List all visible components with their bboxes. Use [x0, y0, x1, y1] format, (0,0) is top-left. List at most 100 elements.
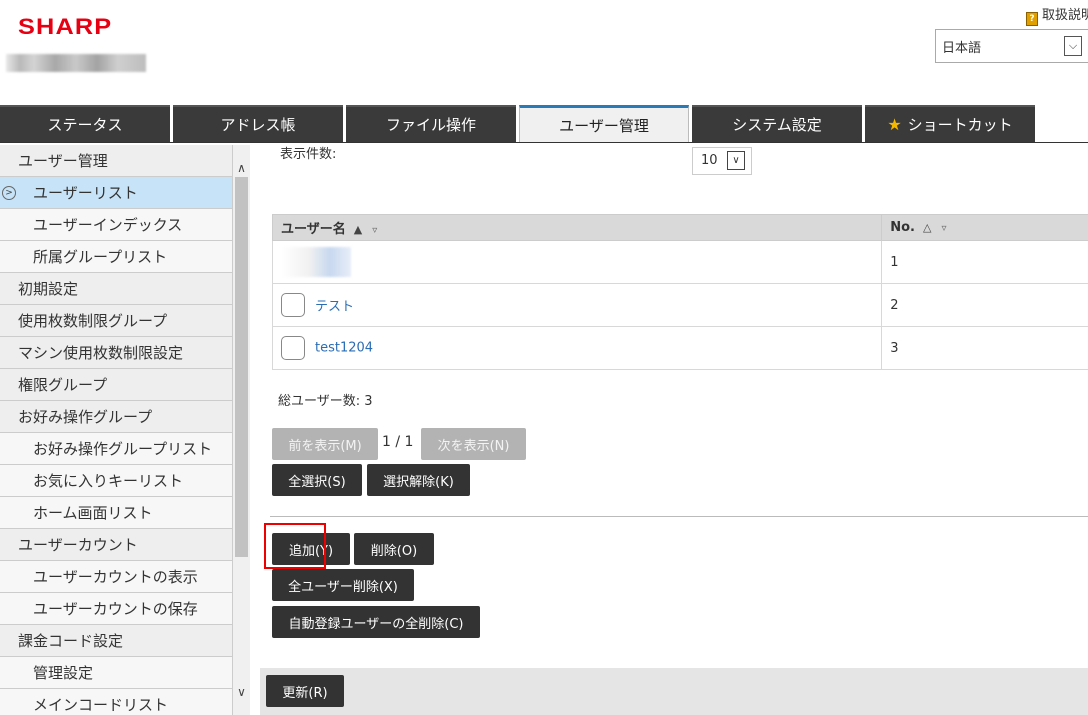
language-value: 日本語 [942, 41, 982, 56]
sidebar-item-label: 使用枚数制限グループ [18, 312, 168, 330]
manual-icon: ? [1026, 12, 1038, 26]
help-link[interactable]: ? 取扱説明 [1026, 4, 1088, 26]
main-content: 表示件数: 10 ∨ ユーザー名 ▲ ▿ No. △ ▿ 1 テスト 2 test120… [250, 145, 1088, 715]
per-page-label: 表示件数: [280, 147, 337, 162]
sidebar-item-label: ユーザーインデックス [33, 216, 183, 234]
sidebar-item-user-count[interactable]: ユーザーカウント [0, 529, 232, 561]
tab-label: ファイル操作 [385, 116, 476, 134]
sharp-logo: SHARP [18, 14, 113, 39]
per-page-select[interactable]: 10 ∨ [692, 147, 752, 175]
tab-label: ユーザー管理 [559, 116, 649, 135]
chevron-down-icon[interactable]: ∨ [233, 683, 250, 701]
user-no-cell: 2 [881, 283, 1088, 327]
tab-label: アドレス帳 [220, 116, 296, 134]
table-row: test1204 3 [271, 326, 1088, 370]
chevron-down-icon: ∨ [727, 151, 745, 170]
tab-file-operation[interactable]: ファイル操作 [346, 105, 516, 142]
per-page-value: 10 [701, 153, 718, 168]
sidebar-item-initial-settings[interactable]: 初期設定 [0, 273, 232, 305]
update-button[interactable]: 更新(R) [266, 675, 344, 707]
sidebar-item-billing-code[interactable]: 課金コード設定 [0, 625, 232, 657]
user-link[interactable]: テスト [315, 300, 354, 315]
sidebar-item-user-list[interactable]: > ユーザーリスト [0, 177, 232, 209]
tab-address-book[interactable]: アドレス帳 [173, 105, 343, 142]
column-header-no[interactable]: No. △ ▿ [881, 214, 1088, 241]
sidebar-scrollbar[interactable]: ∧ ∨ [233, 145, 250, 715]
sidebar-item-label: 所属グループリスト [33, 248, 168, 266]
sidebar-item-user-count-save[interactable]: ユーザーカウントの保存 [0, 593, 232, 625]
sidebar-item-user-index[interactable]: ユーザーインデックス [0, 209, 232, 241]
sidebar-item-label: 初期設定 [18, 280, 79, 298]
sidebar-item-user-count-display[interactable]: ユーザーカウントの表示 [0, 561, 232, 593]
column-header-label: No. [890, 220, 915, 235]
total-users: 総ユーザー数: 3 [278, 394, 373, 409]
user-link[interactable]: test1204 [315, 341, 373, 356]
language-select[interactable]: 日本語 ⌵ [935, 29, 1088, 63]
sidebar-item-main-code-list[interactable]: メインコードリスト [0, 689, 232, 715]
sidebar-item-favorite-group[interactable]: お好み操作グループ [0, 401, 232, 433]
sidebar-item-machine-limit[interactable]: マシン使用枚数制限設定 [0, 337, 232, 369]
tab-label: ショートカット [907, 116, 1013, 134]
user-name-cell [271, 240, 883, 284]
current-page-icon: > [2, 185, 16, 200]
sidebar-item-label: 権限グループ [18, 376, 108, 394]
sidebar-item-home-screen-list[interactable]: ホーム画面リスト [0, 497, 232, 529]
column-header-label: ユーザー名 [281, 222, 346, 237]
tab-status[interactable]: ステータス [0, 105, 170, 142]
sort-asc-icon[interactable]: ▲ [354, 223, 362, 236]
row-checkbox[interactable] [281, 293, 305, 317]
scrollbar-thumb[interactable] [235, 177, 248, 557]
highlight-box [264, 523, 326, 569]
select-all-button[interactable]: 全選択(S) [272, 464, 362, 496]
sidebar-item-group-list[interactable]: 所属グループリスト [0, 241, 232, 273]
sidebar: ユーザー管理 > ユーザーリスト ユーザーインデックス 所属グループリスト 初期設… [0, 145, 233, 715]
sidebar-item-user-management[interactable]: ユーザー管理 [0, 145, 232, 177]
sidebar-item-favorite-group-list[interactable]: お好み操作グループリスト [0, 433, 232, 465]
sidebar-item-admin-settings[interactable]: 管理設定 [0, 657, 232, 689]
redacted-user [281, 247, 351, 277]
delete-all-users-button[interactable]: 全ユーザー削除(X) [272, 569, 414, 601]
divider [270, 516, 1088, 517]
sidebar-item-authority-group[interactable]: 権限グループ [0, 369, 232, 401]
tab-label: システム設定 [732, 116, 822, 134]
tab-label: ステータス [47, 116, 123, 134]
chevron-up-icon[interactable]: ∧ [233, 159, 250, 177]
sidebar-item-label: メインコードリスト [33, 696, 169, 714]
table-row: 1 [271, 240, 1088, 284]
sidebar-item-label: ホーム画面リスト [33, 504, 153, 522]
sidebar-item-label: ユーザーカウント [18, 536, 138, 554]
prev-page-button[interactable]: 前を表示(M) [272, 428, 378, 460]
filter-icon[interactable]: ▿ [372, 225, 377, 236]
sidebar-item-label: お気に入りキーリスト [33, 472, 184, 490]
user-table: ユーザー名 ▲ ▿ No. △ ▿ 1 テスト 2 test1204 3 [271, 214, 1088, 370]
tab-shortcut[interactable]: ★ ショートカット [865, 105, 1035, 142]
user-no-cell: 3 [881, 326, 1088, 370]
tab-system-settings[interactable]: システム設定 [692, 105, 862, 142]
sidebar-item-label: ユーザーカウントの表示 [33, 568, 198, 586]
footer-bar [260, 668, 1088, 715]
help-link-label: 取扱説明 [1042, 8, 1088, 23]
sidebar-item-label: ユーザーカウントの保存 [33, 600, 198, 618]
tab-user-management[interactable]: ユーザー管理 [519, 105, 689, 142]
sort-icon[interactable]: △ [923, 221, 931, 234]
deselect-all-button[interactable]: 選択解除(K) [367, 464, 470, 496]
delete-auto-registered-button[interactable]: 自動登録ユーザーの全削除(C) [272, 606, 480, 638]
next-page-button[interactable]: 次を表示(N) [421, 428, 526, 460]
row-checkbox[interactable] [281, 336, 305, 360]
filter-icon[interactable]: ▿ [941, 223, 946, 234]
sidebar-item-label: お好み操作グループリスト [33, 440, 213, 458]
sidebar-item-label: お好み操作グループ [18, 408, 153, 426]
user-name-cell: test1204 [271, 326, 883, 370]
star-icon: ★ [887, 115, 902, 134]
table-row: テスト 2 [271, 283, 1088, 327]
column-header-username[interactable]: ユーザー名 ▲ ▿ [271, 214, 883, 241]
sidebar-item-label: 管理設定 [33, 664, 94, 682]
sidebar-item-page-limit-group[interactable]: 使用枚数制限グループ [0, 305, 232, 337]
delete-button[interactable]: 削除(O) [354, 533, 434, 565]
page-header: SHARP ? 取扱説明 日本語 ⌵ [0, 0, 1088, 105]
sidebar-item-label: ユーザー管理 [18, 152, 108, 170]
sidebar-item-favorite-key-list[interactable]: お気に入りキーリスト [0, 465, 232, 497]
sidebar-item-label: ユーザーリスト [33, 184, 138, 202]
sidebar-item-label: 課金コード設定 [18, 632, 124, 650]
user-no-cell: 1 [881, 240, 1088, 284]
